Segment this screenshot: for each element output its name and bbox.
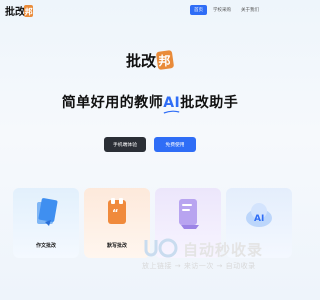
mobile-experience-button[interactable]: 手机端体验 (104, 137, 146, 152)
essay-doc-icon (37, 198, 58, 226)
top-navigation-bar: 批改 邦 首页 学校采购 关于我们 (0, 0, 300, 26)
hero-logo: 批改 邦 (126, 50, 174, 70)
nav-item-school-purchase[interactable]: 学校采购 (209, 5, 235, 15)
svg-text:“: “ (112, 208, 119, 219)
ai-underline-swoosh (163, 110, 180, 114)
nav-item-home[interactable]: 首页 (190, 5, 207, 15)
quote-book-icon: “ (108, 198, 126, 224)
svg-text:AI: AI (254, 214, 264, 224)
feature-card-essay[interactable]: 作文批改 (13, 188, 79, 258)
watermark-logo-icon (144, 238, 178, 258)
svg-text:批改: 批改 (126, 52, 157, 70)
svg-text:邦: 邦 (159, 53, 171, 68)
main-nav: 首页 学校采购 关于我们 (190, 5, 263, 15)
feature-card-label: 作文批改 (35, 243, 56, 249)
free-use-button[interactable]: 免费使用 (154, 137, 196, 152)
hero-actions: 手机端体验 免费使用 (0, 137, 300, 152)
nav-item-about[interactable]: 关于我们 (237, 5, 263, 15)
hero-title-part-1: 简单好用的教师 (61, 95, 164, 111)
hero-title: 简单好用的教师AI 批改助手 (0, 92, 300, 114)
auto-index-watermark: 自动秒收录 放上链接 → 来访一次 → 自动收录 (140, 236, 296, 276)
hero-title-ai: AI (163, 95, 181, 114)
watermark-title: 自动秒收录 (183, 241, 264, 259)
hero-title-ai-text: AI (163, 95, 181, 111)
svg-text:邦: 邦 (25, 7, 33, 17)
purple-doc-icon (179, 199, 199, 229)
hero-title-part-2: 批改助手 (180, 95, 239, 111)
cloud-ai-icon: AI (246, 203, 272, 227)
watermark-subtitle: 放上链接 → 来访一次 → 自动收录 (142, 262, 256, 270)
brand-logo[interactable]: 批改 邦 (4, 4, 34, 18)
svg-text:批改: 批改 (5, 5, 26, 18)
